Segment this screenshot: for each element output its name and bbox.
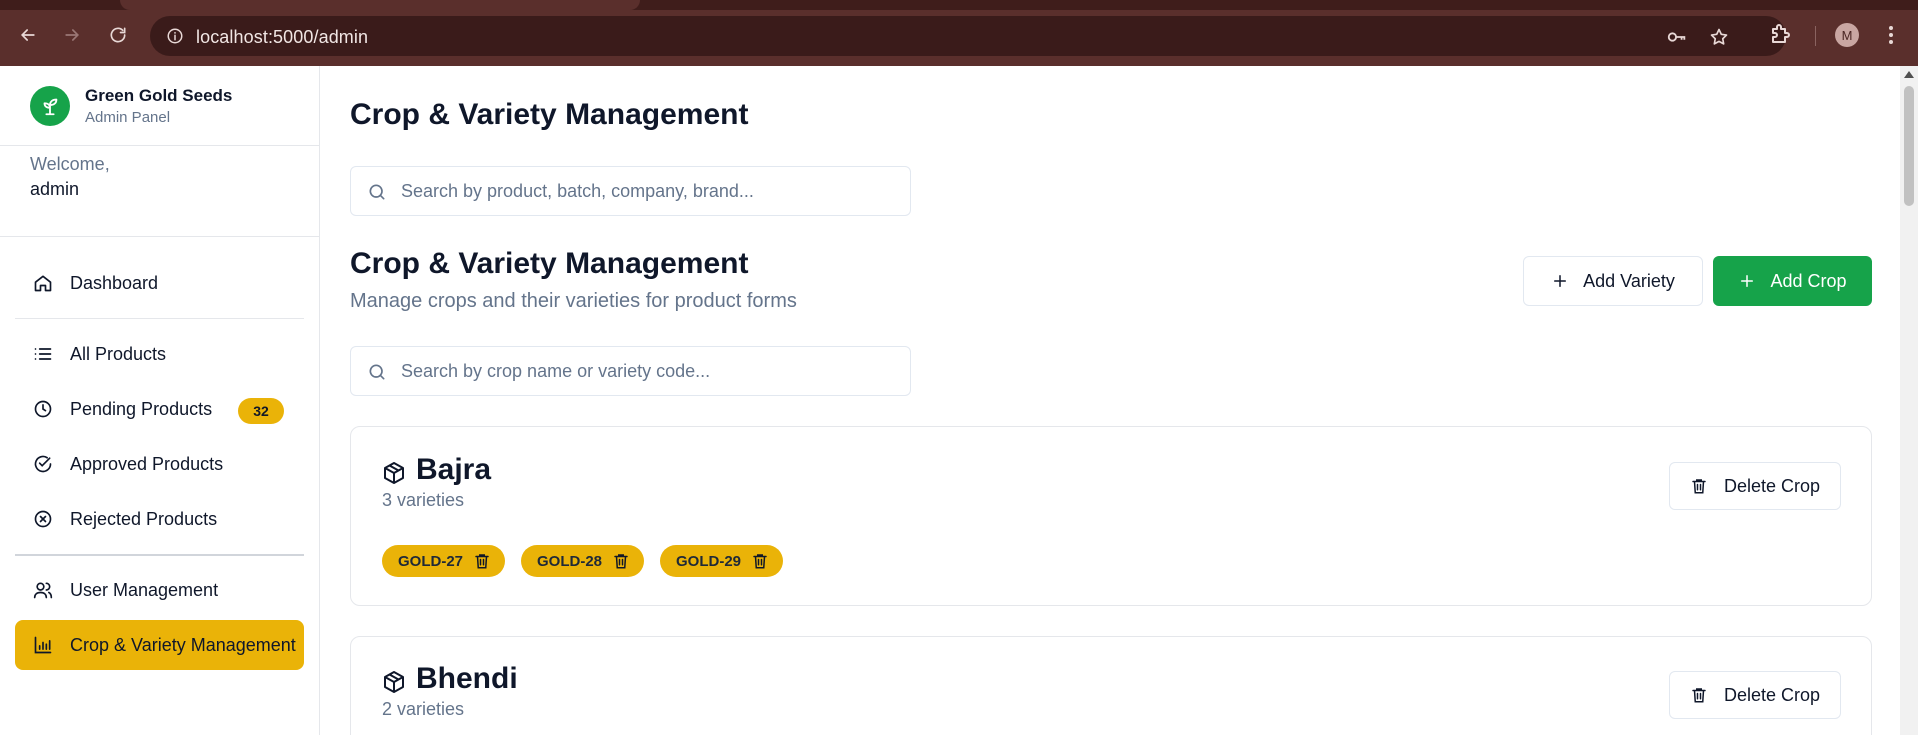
section-title: Crop & Variety Management (350, 247, 749, 280)
scrollbar-thumb[interactable] (1904, 86, 1914, 206)
sidebar-item-label: Crop & Variety Management (70, 635, 296, 655)
star-icon[interactable] (1708, 26, 1730, 48)
sidebar-item-label: All Products (70, 344, 167, 364)
crop-name: Bhendi (416, 662, 518, 695)
variety-count: 2 varieties (382, 699, 465, 719)
check-circle-icon (33, 454, 53, 474)
crop-name: Bajra (416, 453, 492, 486)
plus-icon (1741, 275, 1754, 287)
trash-icon[interactable] (473, 552, 491, 570)
sidebar-item-label: Rejected Products (70, 509, 218, 529)
add-variety-button[interactable]: Add Variety (1523, 256, 1703, 306)
sidebar-item-label: Approved Products (70, 454, 224, 474)
key-icon[interactable] (1666, 26, 1688, 48)
page-title: Crop & Variety Management (350, 98, 749, 131)
reload-icon[interactable] (103, 20, 133, 50)
variety-chip: GOLD-27 (382, 545, 506, 577)
search-icon (367, 362, 387, 382)
trash-icon (1692, 688, 1706, 703)
sidebar-item-pending-products[interactable]: Pending Products 32 (15, 384, 304, 434)
delete-crop-button[interactable]: Delete Crop (1669, 462, 1841, 510)
delete-crop-label: Delete Crop (1723, 475, 1821, 496)
extensions-icon[interactable] (1768, 22, 1794, 48)
brand-name: Green Gold Seeds (85, 86, 233, 105)
browser-toolbar: localhost:5000/admin M (0, 0, 1918, 66)
users-icon (33, 580, 53, 600)
nav-divider (15, 318, 304, 319)
variety-count: 3 varieties (382, 490, 465, 510)
x-circle-icon (33, 509, 53, 529)
add-crop-label: Add Crop (1770, 270, 1847, 291)
sidebar-item-rejected-products[interactable]: Rejected Products (15, 494, 304, 544)
site-info-icon[interactable] (166, 27, 184, 45)
url-text[interactable]: localhost:5000/admin (196, 27, 368, 48)
variety-code: GOLD-29 (676, 552, 742, 570)
sidebar-item-label: Pending Products (70, 399, 213, 419)
sidebar-item-crop-variety-management[interactable]: Crop & Variety Management (15, 620, 304, 670)
package-icon (382, 461, 406, 485)
menu-dots-icon[interactable] (1884, 22, 1898, 48)
add-variety-label: Add Variety (1583, 270, 1675, 291)
welcome-label: Welcome, (30, 154, 110, 174)
clock-icon (33, 399, 53, 419)
variety-chip: GOLD-29 (660, 545, 784, 577)
add-crop-button[interactable]: Add Crop (1713, 256, 1872, 306)
current-tab[interactable] (120, 0, 640, 10)
sidebar-item-user-management[interactable]: User Management (15, 565, 304, 615)
sprout-icon (30, 86, 70, 126)
sidebar-item-label: Dashboard (70, 273, 159, 293)
variety-code: GOLD-28 (537, 552, 603, 570)
delete-crop-label: Delete Crop (1723, 684, 1821, 705)
package-icon (382, 670, 406, 694)
trash-icon[interactable] (612, 552, 630, 570)
global-search-input[interactable] (401, 167, 901, 215)
list-icon (33, 344, 53, 364)
sidebar-item-dashboard[interactable]: Dashboard (15, 258, 304, 308)
main-content: Crop & Variety Management Crop & Variety… (320, 66, 1900, 735)
sidebar: Green Gold Seeds Admin Panel Welcome, ad… (0, 66, 320, 735)
variety-code: GOLD-27 (398, 552, 464, 570)
search-icon (367, 182, 387, 202)
section-subtitle: Manage crops and their varieties for pro… (350, 290, 797, 312)
scroll-up-arrow-icon[interactable] (1903, 70, 1915, 80)
toolbar-divider (1815, 26, 1816, 46)
home-icon (33, 273, 53, 293)
trash-icon[interactable] (751, 552, 769, 570)
variety-chip: GOLD-28 (521, 545, 645, 577)
brand-header: Green Gold Seeds Admin Panel (0, 66, 319, 146)
global-search (350, 166, 911, 216)
profile-avatar[interactable]: M (1835, 23, 1859, 47)
nav-divider (15, 554, 304, 556)
bar-chart-icon (33, 635, 53, 655)
back-icon[interactable] (13, 20, 43, 50)
pending-count-badge: 32 (238, 398, 284, 424)
crop-search (350, 346, 911, 396)
crop-card: Bajra 3 varieties Delete Crop GOLD-27 GO… (350, 426, 1872, 606)
crop-search-input[interactable] (401, 347, 901, 395)
trash-icon (1692, 479, 1706, 494)
forward-icon[interactable] (57, 20, 87, 50)
sidebar-item-label: User Management (70, 580, 219, 600)
welcome-username: admin (30, 179, 80, 199)
brand-subtitle: Admin Panel (85, 109, 171, 126)
crop-card: Bhendi 2 varieties Delete Crop (350, 636, 1872, 735)
delete-crop-button[interactable]: Delete Crop (1669, 671, 1841, 719)
sidebar-item-approved-products[interactable]: Approved Products (15, 439, 304, 489)
address-bar[interactable]: localhost:5000/admin (150, 16, 1786, 56)
plus-icon (1554, 275, 1567, 287)
sidebar-item-all-products[interactable]: All Products (15, 329, 304, 379)
